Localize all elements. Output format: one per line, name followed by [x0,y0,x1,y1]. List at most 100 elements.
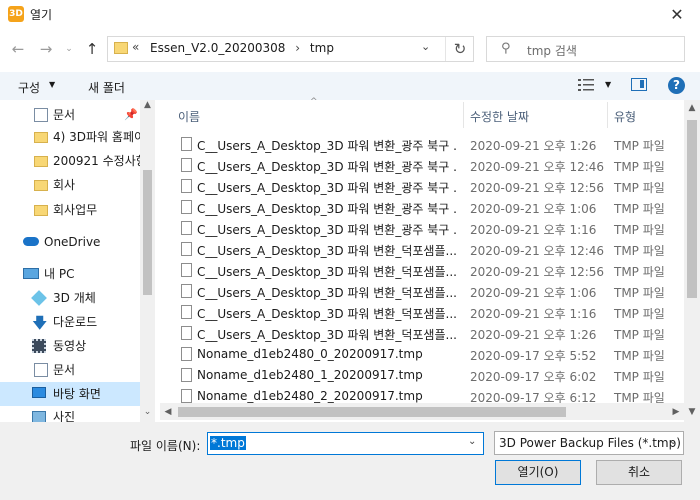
pin-icon[interactable]: 📌 [124,104,138,126]
nav-item-pictures[interactable]: 사진 [0,406,140,422]
file-row[interactable]: C__Users_A_Desktop_3D 파워 변환_덕포샘플... 2020… [160,323,685,344]
back-arrow-icon[interactable]: ← [8,38,28,60]
column-divider[interactable] [607,102,608,128]
address-overflow-chevron[interactable]: « [132,40,139,54]
toolbar: 구성 ▼ 새 폴더 ▼ ? [0,72,700,100]
scroll-down-arrow-icon[interactable]: ▼ [684,407,700,417]
chevron-right-icon[interactable]: › [295,41,300,55]
window-title: 열기 [30,8,53,22]
file-icon [181,389,192,403]
column-header-type[interactable]: 유형 [614,108,636,125]
desktop-icon [32,387,46,398]
scroll-right-arrow-icon[interactable]: ▶ [670,407,682,417]
folder-icon [114,42,128,54]
nav-item-videos[interactable]: 동영상 [0,335,140,357]
file-row[interactable]: Noname_d1eb2480_2_20200917.tmp 2020-09-1… [160,386,685,403]
cloud-icon [23,237,39,246]
scroll-up-arrow-icon[interactable]: ▲ [140,100,155,114]
pc-icon [23,268,39,279]
nav-item-folder[interactable]: 200921 수정사항 [0,150,140,172]
file-type-filter[interactable]: 3D Power Backup Files (*.tmp) ⌄ [494,431,684,455]
chevron-down-icon[interactable]: ⌄ [421,40,430,53]
new-folder-button[interactable]: 새 폴더 [88,79,125,96]
horizontal-scrollbar-thumb[interactable] [178,407,566,417]
folder-icon [34,205,48,216]
nav-scrollbar-thumb[interactable] [143,170,152,295]
video-icon [32,339,46,353]
refresh-icon[interactable]: ↻ [445,37,474,61]
chevron-down-icon[interactable]: ⌄ [468,436,476,447]
nav-item-onedrive[interactable]: OneDrive [0,231,140,253]
caret-down-icon[interactable]: ▼ [49,80,55,89]
chevron-down-icon[interactable]: ⌄ [669,436,677,447]
recent-locations-chevron-icon[interactable]: ⌄ [62,38,76,60]
filename-value[interactable]: *.tmp [210,436,246,450]
forward-arrow-icon[interactable]: → [36,38,56,60]
address-path[interactable]: Essen_V2.0_20200308 › tmp [150,41,334,55]
file-row[interactable]: C__Users_A_Desktop_3D 파워 변환_광주 북구 ... 20… [160,218,685,239]
search-box[interactable]: ⚲ tmp 검색 [486,36,685,62]
nav-item-this-pc[interactable]: 내 PC [0,263,140,285]
file-icon [181,305,192,319]
file-row[interactable]: Noname_d1eb2480_0_20200917.tmp 2020-09-1… [160,344,685,365]
nav-item-documents-pinned[interactable]: 문서 📌 [0,104,140,126]
file-row[interactable]: C__Users_A_Desktop_3D 파워 변환_광주 북구 ... 20… [160,155,685,176]
organize-button[interactable]: 구성 [18,79,40,96]
open-button[interactable]: 열기(O) [495,460,581,485]
file-list-scrollbar-thumb[interactable] [687,120,697,298]
file-icon [181,263,192,277]
picture-icon [32,411,46,422]
cube-icon [31,290,47,306]
caret-down-icon[interactable]: ▼ [605,80,611,89]
address-bar[interactable]: « Essen_V2.0_20200308 › tmp ⌄ [107,36,474,62]
search-icon: ⚲ [501,41,511,56]
nav-item-downloads[interactable]: 🡇 다운로드 [0,311,140,333]
nav-item-folder[interactable]: 회사업무 [0,199,140,221]
scroll-up-arrow-icon[interactable]: ▲ [684,103,700,113]
file-row[interactable]: C__Users_A_Desktop_3D 파워 변환_덕포샘플... 2020… [160,302,685,323]
help-icon[interactable]: ? [668,77,685,94]
sort-ascending-icon: ^ [310,97,318,107]
file-row[interactable]: C__Users_A_Desktop_3D 파워 변환_광주 북구 ... 20… [160,197,685,218]
file-type-filter-value[interactable]: 3D Power Backup Files (*.tmp) [499,436,681,450]
document-icon [34,363,48,377]
file-icon [181,326,192,340]
search-input[interactable]: tmp 검색 [527,42,577,59]
column-divider[interactable] [463,102,464,128]
cancel-button[interactable]: 취소 [596,460,682,485]
scroll-down-arrow-icon[interactable]: ⌄ [140,407,155,419]
address-segment[interactable]: tmp [310,41,334,55]
file-icon [181,137,192,151]
folder-icon [34,180,48,191]
filename-input[interactable]: *.tmp ⌄ [207,432,484,455]
file-row[interactable]: C__Users_A_Desktop_3D 파워 변환_광주 북구 ... 20… [160,176,685,197]
navigation-pane: 문서 📌 4) 3D파워 홈페이 200921 수정사항 회사 회사업무 One… [0,100,155,422]
column-header-date[interactable]: 수정한 날짜 [470,108,529,125]
file-icon [181,242,192,256]
nav-item-desktop[interactable]: 바탕 화면 [0,382,140,406]
app-icon: 3D [8,6,24,22]
file-row[interactable]: Noname_d1eb2480_1_20200917.tmp 2020-09-1… [160,365,685,386]
scroll-left-arrow-icon[interactable]: ◀ [162,407,174,417]
close-icon[interactable]: ✕ [660,2,694,28]
file-row[interactable]: C__Users_A_Desktop_3D 파워 변환_덕포샘플... 2020… [160,239,685,260]
file-icon [181,284,192,298]
file-icon [181,200,192,214]
file-icon [181,221,192,235]
file-row[interactable]: C__Users_A_Desktop_3D 파워 변환_덕포샘플... 2020… [160,260,685,281]
nav-item-3d-objects[interactable]: 3D 개체 [0,287,140,309]
up-arrow-icon[interactable]: ↑ [82,38,102,60]
file-row[interactable]: C__Users_A_Desktop_3D 파워 변환_광주 북구 ... 20… [160,134,685,155]
preview-pane-icon[interactable] [631,78,647,91]
nav-item-folder[interactable]: 4) 3D파워 홈페이 [0,126,140,148]
column-header-name[interactable]: 이름 [178,108,200,125]
address-segment[interactable]: Essen_V2.0_20200308 [150,41,285,55]
file-icon [181,368,192,382]
file-row[interactable]: C__Users_A_Desktop_3D 파워 변환_덕포샘플... 2020… [160,281,685,302]
title-bar: 3D 열기 ✕ [0,0,700,30]
nav-item-folder[interactable]: 회사 [0,174,140,196]
nav-item-documents[interactable]: 문서 [0,359,140,381]
file-list: ^ 이름 수정한 날짜 유형 C__Users_A_Desktop_3D 파워 … [160,97,685,403]
document-icon [34,108,48,122]
view-options-icon[interactable] [578,78,594,92]
